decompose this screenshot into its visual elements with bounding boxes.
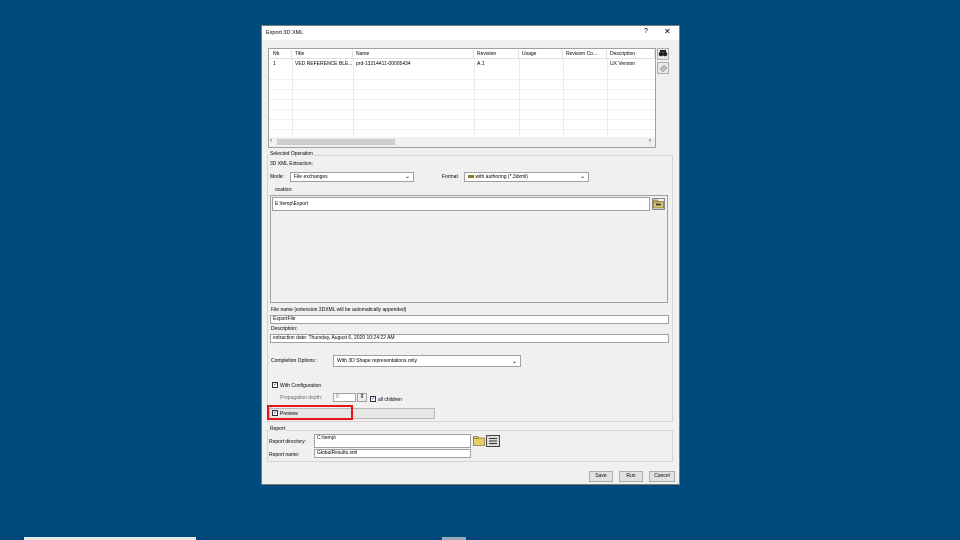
format-dropdown[interactable]: with authoring (*.3dxml) ⌄ — [464, 172, 589, 182]
export-3dxml-dialog: Export 3D XML ? ✕ Nb Title Name Revision… — [261, 25, 680, 485]
title-bar: Export 3D XML ? ✕ — [262, 26, 679, 40]
report-directory-label: Report directory: — [269, 439, 306, 445]
remove-objects-button[interactable] — [657, 62, 669, 74]
extraction-label: 3D XML Extraction: — [270, 161, 313, 167]
column-header-title[interactable]: Title — [292, 50, 353, 59]
mode-dropdown[interactable]: File exchanges ⌄ — [290, 172, 414, 182]
chevron-down-icon: ⌄ — [511, 359, 517, 365]
propagation-depth-input[interactable]: 0 — [333, 393, 356, 402]
column-header-nb[interactable]: Nb — [270, 50, 292, 59]
save-button[interactable]: Save — [589, 471, 613, 482]
cancel-button[interactable]: Cancel — [649, 471, 675, 482]
search-objects-button[interactable] — [657, 48, 669, 60]
grid-line — [269, 129, 655, 130]
report-label: Report — [269, 426, 287, 432]
table-cell-description[interactable]: UX Version — [607, 60, 655, 69]
report-name-label: Report name: — [269, 452, 300, 458]
browse-directory-button[interactable] — [473, 435, 485, 446]
scrollbar-thumb[interactable] — [277, 139, 395, 145]
propagation-spin-button[interactable]: ⇕ — [357, 393, 367, 402]
horizontal-scrollbar[interactable]: ‹ › — [269, 137, 655, 147]
filename-label: File name (extension 3DXML will be autom… — [271, 307, 407, 313]
column-header-name[interactable]: Name — [353, 50, 474, 59]
format-value: with authoring (*.3dxml) — [475, 174, 528, 180]
column-header-usage[interactable]: Usage — [519, 50, 563, 59]
table-cell-title[interactable]: VED REFERENCE BLE... — [292, 60, 353, 69]
report-name-input[interactable]: GlobalResults.xml — [314, 449, 471, 458]
column-header-revision-comment[interactable]: Revision Co... — [563, 50, 607, 59]
table-cell-revision[interactable]: A.1 — [474, 60, 519, 69]
location-input[interactable]: E:\temp\Export — [272, 197, 650, 211]
table-cell-name[interactable]: prd-13214411-00005434 — [353, 60, 474, 69]
open-report-button[interactable] — [486, 435, 500, 447]
chevron-down-icon: ⌄ — [579, 174, 585, 180]
with-configuration-checkbox[interactable]: ✓ — [272, 382, 278, 388]
folder-icon — [473, 436, 485, 446]
description-input[interactable]: extraction date: Thursday, August 6, 202… — [270, 334, 669, 343]
scroll-left-icon[interactable]: ‹ — [270, 138, 272, 144]
grid-line — [563, 59, 564, 137]
column-header-description[interactable]: Description — [607, 50, 655, 59]
grid-line — [269, 89, 655, 90]
format-label: Format — [442, 174, 458, 180]
grid-line — [519, 59, 520, 137]
location-label: ocation: — [275, 187, 293, 193]
binoculars-icon — [658, 50, 668, 57]
mode-value: File exchanges — [294, 174, 328, 180]
list-icon — [489, 438, 497, 444]
completion-options-label: Completion Options : — [271, 358, 318, 364]
dialog-title: Export 3D XML — [266, 30, 304, 36]
objects-table: Nb Title Name Revision Usage Revision Co… — [268, 48, 656, 148]
grid-line — [269, 79, 655, 80]
with-configuration-label: With Configuration — [280, 383, 322, 389]
report-directory-input[interactable]: C:\temp\ — [314, 434, 471, 448]
eraser-icon — [659, 64, 668, 73]
chevron-down-icon: ⌄ — [404, 174, 410, 180]
grid-line — [269, 119, 655, 120]
all-children-checkbox[interactable]: ✓ — [370, 396, 376, 402]
preview-highlight-box — [267, 405, 353, 420]
completion-options-dropdown[interactable]: With 3D Shape representations only ⌄ — [333, 355, 521, 367]
table-cell-usage[interactable] — [519, 60, 563, 69]
grid-line — [353, 59, 354, 137]
grid-line — [292, 59, 293, 137]
description-label: Description: — [271, 326, 298, 332]
grid-line — [607, 59, 608, 137]
run-button[interactable]: Run — [619, 471, 643, 482]
close-button[interactable]: ✕ — [664, 27, 671, 36]
grid-line — [269, 99, 655, 100]
grid-line — [269, 109, 655, 110]
all-children-label: all children — [378, 397, 402, 403]
completion-options-value: With 3D Shape representations only — [337, 358, 418, 364]
mode-label: Mode: — [270, 174, 284, 180]
column-header-revision[interactable]: Revision — [474, 50, 519, 59]
scroll-right-icon[interactable]: › — [649, 138, 651, 144]
grid-line — [474, 59, 475, 137]
format-icon — [468, 175, 474, 179]
location-panel — [270, 195, 668, 303]
folder-icon — [653, 199, 664, 209]
propagation-depth-label: Propagation depth: — [280, 395, 323, 401]
help-button[interactable]: ? — [644, 28, 648, 35]
selected-operation-label: Selected Operation — [269, 151, 314, 157]
filename-input[interactable]: ExportFile — [270, 315, 669, 324]
table-cell-nb[interactable]: 1 — [270, 60, 292, 69]
browse-location-button[interactable] — [652, 198, 665, 210]
table-cell-revision-comment[interactable] — [563, 60, 607, 69]
